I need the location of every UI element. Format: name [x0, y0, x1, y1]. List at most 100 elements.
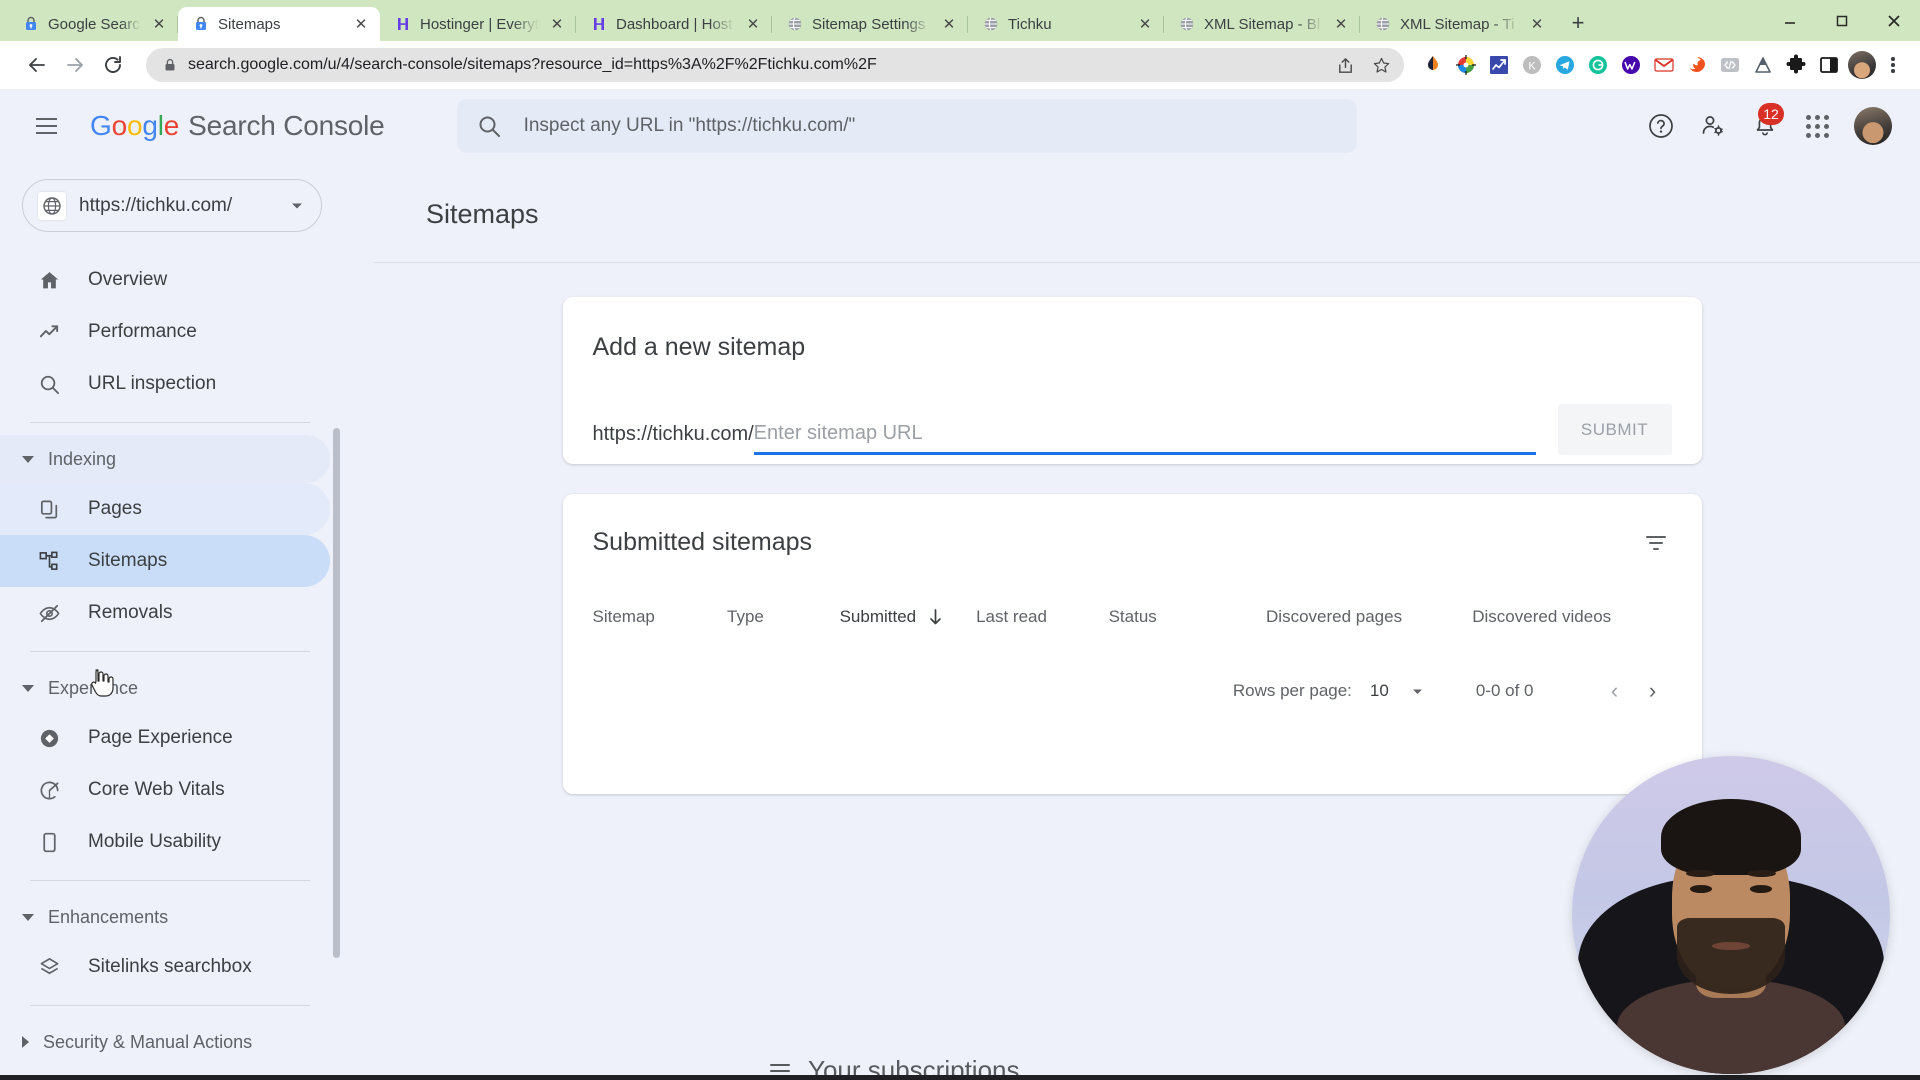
sidebar-group-enhancements[interactable]: Enhancements	[0, 893, 330, 941]
column-header-status[interactable]: Status	[1109, 607, 1266, 627]
wappalyzer-icon[interactable]	[1616, 50, 1646, 80]
eye-off-icon	[36, 602, 62, 625]
submitted-sitemaps-header: Submitted sitemaps	[593, 528, 1672, 560]
notifications-bell-icon[interactable]: 12	[1750, 103, 1784, 141]
sidebar-group-security-manual-actions[interactable]: Security & Manual Actions	[0, 1018, 330, 1066]
firefox-relay-icon[interactable]	[1682, 50, 1712, 80]
three-dot-menu-icon[interactable]	[1880, 52, 1906, 78]
grammarly-icon[interactable]	[1583, 50, 1613, 80]
tab-close-icon[interactable]: ✕	[548, 15, 566, 33]
notification-count-badge: 12	[1758, 103, 1784, 125]
chevron-down-icon	[22, 455, 34, 463]
tab-close-icon[interactable]: ✕	[150, 15, 168, 33]
reload-button[interactable]	[96, 48, 130, 82]
tab-close-icon[interactable]: ✕	[352, 15, 370, 33]
sidebar-item-core-web-vitals[interactable]: Core Web Vitals	[0, 764, 330, 816]
google-apps-grid-icon[interactable]	[1802, 111, 1832, 141]
sidebar-item-label: Pages	[88, 498, 142, 519]
submit-button[interactable]: SUBMIT	[1557, 404, 1672, 455]
tab-close-icon[interactable]: ✕	[940, 15, 958, 33]
search-console-icon	[192, 16, 209, 33]
browser-profile-avatar[interactable]	[1847, 50, 1877, 80]
tab-close-icon[interactable]: ✕	[1136, 15, 1154, 33]
sidebar-item-overview[interactable]: Overview	[0, 254, 330, 306]
forward-button[interactable]	[58, 48, 92, 82]
column-header-sitemap[interactable]: Sitemap	[593, 607, 728, 627]
desktop-taskbar-edge	[0, 1075, 1920, 1080]
telegram-icon[interactable]	[1550, 50, 1580, 80]
column-header-last-read[interactable]: Last read	[976, 607, 1109, 627]
code-icon[interactable]	[1715, 50, 1745, 80]
chevron-down-icon[interactable]	[289, 198, 307, 214]
window-minimize-button[interactable]	[1764, 0, 1816, 41]
browser-tab-7[interactable]: XML Sitemap - Bl ✕	[1164, 7, 1360, 41]
sidebar-item-mobile-usability[interactable]: Mobile Usability	[0, 816, 330, 868]
speedometer-icon	[36, 779, 62, 802]
browser-tab-3[interactable]: Hostinger | Everyt ✕	[380, 7, 576, 41]
column-header-discovered-pages[interactable]: Discovered pages	[1266, 607, 1472, 627]
tab-close-icon[interactable]: ✕	[1528, 15, 1546, 33]
seo-chart-icon[interactable]	[1484, 50, 1514, 80]
sidebar-item-sitelinks-searchbox[interactable]: Sitelinks searchbox	[0, 941, 330, 993]
chevron-right-icon	[22, 1036, 29, 1048]
address-bar[interactable]: search.google.com/u/4/search-console/sit…	[146, 48, 1404, 82]
browser-tab-1[interactable]: Google Search Co ✕	[8, 7, 178, 41]
chevron-down-icon	[22, 913, 34, 921]
filter-icon[interactable]	[1640, 528, 1672, 560]
google-search-console-logo: Google Search Console	[90, 110, 385, 141]
side-panel-icon[interactable]	[1814, 50, 1844, 80]
tab-close-icon[interactable]: ✕	[1332, 15, 1350, 33]
sidebar-group-experience[interactable]: Experience	[0, 664, 330, 712]
browser-tab-2-active[interactable]: Sitemaps ✕	[178, 7, 380, 41]
sidebar-item-label: Overview	[88, 269, 168, 290]
user-settings-icon[interactable]	[1698, 111, 1728, 141]
window-maximize-button[interactable]	[1816, 0, 1868, 41]
tab-close-icon[interactable]: ✕	[744, 15, 762, 33]
submitted-sitemaps-card: Submitted sitemaps Sitemap Type Submitte…	[562, 494, 1702, 794]
previous-page-button[interactable]: ‹	[1596, 672, 1634, 710]
column-header-type[interactable]: Type	[727, 607, 840, 627]
rows-per-page-select[interactable]: 10	[1370, 681, 1424, 701]
eye-left	[1689, 884, 1712, 894]
home-icon	[36, 269, 62, 292]
sidebar-item-performance[interactable]: Performance	[0, 306, 330, 358]
sidebar-item-url-inspection[interactable]: URL inspection	[0, 358, 330, 410]
chevron-down-icon	[22, 684, 34, 692]
back-button[interactable]	[20, 48, 54, 82]
browser-tab-label: Google Search Co	[48, 15, 141, 33]
new-tab-button[interactable]: +	[1563, 8, 1593, 38]
sidebar-item-page-experience[interactable]: Page Experience	[0, 712, 330, 764]
sidebar-item-pages[interactable]: Pages	[0, 483, 330, 535]
help-icon[interactable]	[1646, 111, 1676, 141]
hamburger-menu-icon[interactable]	[24, 104, 68, 148]
globe-icon	[982, 16, 999, 33]
property-selector[interactable]: https://tichku.com/	[22, 179, 322, 232]
next-page-button[interactable]: ›	[1634, 672, 1672, 710]
puzzle-extensions-icon[interactable]	[1781, 50, 1811, 80]
pages-copy-icon	[36, 498, 62, 521]
property-label: https://tichku.com/	[79, 194, 233, 216]
browser-tab-5[interactable]: Sitemap Settings ✕	[772, 7, 968, 41]
keywords-everywhere-icon[interactable]: K	[1517, 50, 1547, 80]
browser-tab-4[interactable]: Dashboard | Host ✕	[576, 7, 772, 41]
sidebar-scrollbar[interactable]	[333, 428, 340, 958]
share-icon[interactable]	[1332, 52, 1358, 78]
url-inspection-search-bar[interactable]: Inspect any URL in "https://tichku.com/"	[456, 99, 1357, 153]
star-icon[interactable]	[1368, 52, 1394, 78]
sidebar-item-sitemaps[interactable]: Sitemaps	[0, 535, 330, 587]
arrow-down-icon	[928, 608, 943, 626]
profile-avatar	[1848, 51, 1876, 79]
sidebar-item-removals[interactable]: Removals	[0, 587, 330, 639]
colorzilla-icon[interactable]	[1451, 50, 1481, 80]
ahrefs-icon[interactable]	[1748, 50, 1778, 80]
column-header-submitted[interactable]: Submitted	[840, 607, 977, 627]
browser-tab-6[interactable]: Tichku ✕	[968, 7, 1164, 41]
gmail-icon[interactable]	[1649, 50, 1679, 80]
sitemap-url-input[interactable]	[753, 422, 1536, 445]
sidebar-group-indexing[interactable]: Indexing	[0, 435, 330, 483]
browser-tab-8[interactable]: XML Sitemap - Ti ✕	[1360, 7, 1556, 41]
similarweb-icon[interactable]	[1418, 50, 1448, 80]
account-avatar[interactable]	[1854, 107, 1892, 145]
window-close-button[interactable]	[1868, 0, 1920, 41]
column-header-discovered-videos[interactable]: Discovered videos	[1472, 607, 1671, 627]
